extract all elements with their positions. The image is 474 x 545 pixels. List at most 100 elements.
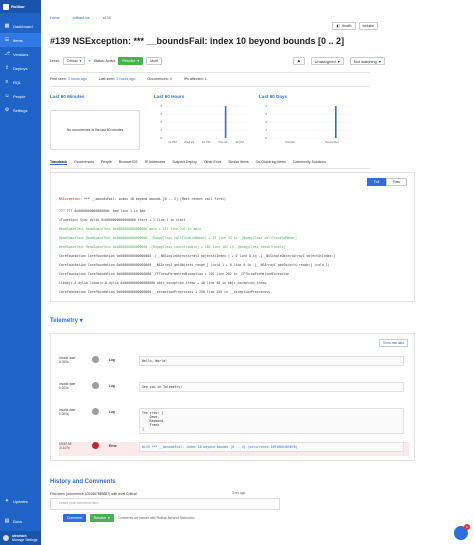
y-tick-label: 2 bbox=[160, 120, 162, 124]
brand-name: Rollbar bbox=[11, 4, 25, 9]
breadcrumb-project[interactable]: brilliant-ios bbox=[73, 16, 90, 20]
view-toggle: Full Raw bbox=[366, 178, 407, 186]
notification-badge: 1 bbox=[464, 524, 470, 530]
chart-title[interactable]: Last 60 Days bbox=[259, 94, 359, 99]
tab-similar-items[interactable]: Similar Items bbox=[228, 160, 248, 165]
comment-resolve-button[interactable]: Resolve ▾ bbox=[89, 514, 114, 522]
environment-button[interactable]: website bbox=[358, 22, 378, 30]
telemetry-level: Log bbox=[109, 410, 115, 414]
tab-co-occurring-items[interactable]: Co-Occurring Items bbox=[256, 160, 286, 165]
comment-actions: Comment Resolve ▾ Comments are parsed wit… bbox=[63, 514, 195, 522]
tab-people[interactable]: People bbox=[101, 160, 112, 165]
health-button[interactable]: ◧ Health bbox=[332, 22, 356, 30]
chart-title[interactable]: Last 60 Hours bbox=[154, 94, 254, 99]
chart-svg: 4 3 2 1 0 12 PM Wed 21 12 PM Thu 22 12 PM bbox=[160, 104, 248, 144]
sidebar-item-label: Docs bbox=[13, 518, 23, 524]
level-select[interactable]: Critical ▾ bbox=[62, 57, 86, 65]
chevron-down-icon: ▾ bbox=[137, 59, 140, 63]
bar[interactable] bbox=[224, 106, 227, 138]
sidebar-item-dashboard[interactable]: ▦ Dashboard bbox=[0, 19, 41, 33]
sidebar-item-label: Items bbox=[13, 37, 23, 43]
sidebar-item-label: Deploys bbox=[13, 65, 28, 71]
sidebar-item-people[interactable]: ☺ People bbox=[0, 89, 41, 103]
breadcrumb-home[interactable]: Home bbox=[50, 16, 60, 20]
sidebar-item-label: Dashboard bbox=[13, 23, 33, 29]
raw-toggle[interactable]: Raw bbox=[386, 178, 407, 186]
x-tick-label: 12 PM bbox=[202, 140, 211, 144]
tab-occurrences[interactable]: Occurrences bbox=[74, 160, 94, 165]
stack-frame[interactable]: HeadSpaceTest HeadSpaceTest 0x0000000000… bbox=[59, 236, 404, 245]
chart-title[interactable]: Last 60 Minutes bbox=[50, 94, 150, 99]
sidebar-item-items[interactable]: ☰ Items bbox=[0, 33, 41, 47]
telemetry-level: Log bbox=[109, 384, 115, 388]
stack-frame[interactable]: CoreFoundation CoreFoundation 0x00000000… bbox=[59, 263, 404, 272]
tab-community-solutions[interactable]: Community Solutions bbox=[293, 160, 326, 165]
sidebar-item-label: RQL bbox=[13, 79, 22, 85]
sidebar-item-rql[interactable]: ≡ RQL bbox=[0, 75, 41, 89]
stack-frame[interactable]: HeadSpaceTest HeadSpaceTest 0x0000000000… bbox=[59, 245, 404, 254]
sidebar: Rollbar ▦ Dashboard ☰ Items ⎇ Versions ⇪ Dep… bbox=[0, 0, 41, 545]
stack-frame[interactable]: CoreFoundation CoreFoundation 0x00000000… bbox=[59, 272, 404, 281]
telemetry-message[interactable]: #139 *** __boundsFail: index 10 beyond b… bbox=[139, 442, 404, 452]
tab-other-envs[interactable]: Other Envs bbox=[204, 160, 222, 165]
x-tick-label: Wed 21 bbox=[184, 140, 195, 144]
sidebar-item-docs[interactable]: ▤ Docs bbox=[0, 514, 41, 528]
comment-input[interactable]: Leave your comment here bbox=[50, 498, 280, 510]
full-toggle[interactable]: Full bbox=[366, 178, 387, 186]
sidebar-item-label: Settings bbox=[13, 107, 28, 113]
sidebar-item-versions[interactable]: ⎇ Versions bbox=[0, 47, 41, 61]
bar[interactable] bbox=[335, 106, 337, 138]
stack-frame[interactable]: HeadSpaceTest HeadSpaceTest 0x0000000000… bbox=[59, 227, 404, 236]
assign-select[interactable]: Unassigned ▾ bbox=[310, 57, 344, 65]
stack-frame[interactable]: iTunesSync Sync dylib 0x0000000000000000… bbox=[59, 218, 404, 227]
tab-suspect-deploy[interactable]: Suspect Deploy bbox=[172, 160, 197, 165]
sidebar-item-updates[interactable]: ✦ Updates bbox=[0, 494, 41, 508]
stack-frame[interactable]: ??? ??? 0x0000000000000000: bad line 1 i… bbox=[59, 209, 404, 218]
user-menu[interactable]: alexmich Manage Settings bbox=[0, 531, 41, 545]
versions-icon: ⎇ bbox=[4, 51, 10, 57]
sidebar-item-deploys[interactable]: ⇪ Deploys bbox=[0, 61, 41, 75]
status-label: Status: Active bbox=[93, 59, 116, 63]
item-meta: First seen: 3 hours ago Last seen: 3 hou… bbox=[50, 77, 207, 81]
flag-button[interactable]: ⚑ bbox=[293, 57, 305, 65]
exception-message: : *** __boundsFail: index 10 beyond boun… bbox=[80, 197, 226, 201]
comment-resolve-label: Resolve bbox=[93, 516, 106, 520]
resolve-label: Resolve bbox=[122, 59, 136, 63]
stack-frame[interactable]: CoreFoundation CoreFoundation 0x00000000… bbox=[59, 254, 404, 263]
last-seen-link[interactable]: 3 hours ago bbox=[116, 77, 135, 81]
stack-frame[interactable]: libobjc.A.dylib libobjc.A.dylib 0x000000… bbox=[59, 281, 404, 290]
resolve-button[interactable]: Resolve ▾ bbox=[118, 57, 144, 65]
people-icon: ☺ bbox=[4, 93, 10, 99]
chart-last-60-days: Last 60 Days 4 3 2 1 0 October November bbox=[259, 94, 359, 150]
watch-select[interactable]: Not watching ▾ bbox=[349, 57, 385, 65]
main-content: Home / brilliant-ios / #139 ◧ Health websit… bbox=[41, 0, 474, 545]
ips-label: IPs affected: bbox=[183, 77, 204, 81]
y-tick-label: 4 bbox=[265, 104, 267, 108]
x-tick-label: November bbox=[325, 140, 339, 144]
first-seen-link[interactable]: 3 hours ago bbox=[68, 77, 87, 81]
tab-traceback[interactable]: Traceback bbox=[50, 160, 68, 165]
y-tick-label: 0 bbox=[160, 136, 162, 140]
telemetry-time: 19:50:35 -0.107s bbox=[59, 442, 72, 450]
health-icon: ◧ bbox=[336, 24, 340, 28]
mute-button[interactable]: Mute bbox=[146, 57, 163, 65]
help-chat-button[interactable]: 1 bbox=[454, 524, 470, 540]
first-seen-label: First seen: bbox=[50, 77, 67, 81]
flag-icon: ⚑ bbox=[297, 58, 301, 64]
show-raw-button[interactable]: Show raw data bbox=[378, 339, 408, 347]
brand[interactable]: Rollbar bbox=[0, 0, 41, 13]
chevron-down-icon[interactable]: ▾ bbox=[80, 318, 83, 324]
telemetry-message: The crew: [ Dave, Raymond, Frank ] bbox=[139, 408, 404, 434]
frame-list: ??? ??? 0x0000000000000000: bad line 1 i… bbox=[59, 209, 404, 299]
stack-frame[interactable]: CoreFoundation CoreFoundation 0x00000000… bbox=[59, 290, 404, 299]
item-controls: Level: Critical ▾ ● Status: Active Resolv… bbox=[50, 57, 163, 65]
tab-ip-addresses[interactable]: IP Addresses bbox=[145, 160, 166, 165]
last-seen: Last seen: 3 hours ago bbox=[99, 77, 136, 81]
y-tick-label: 2 bbox=[265, 120, 267, 124]
tab-browser-os[interactable]: Browser/OS bbox=[119, 160, 138, 165]
docs-icon: ▤ bbox=[4, 518, 10, 524]
sidebar-item-settings[interactable]: ⚙ Settings bbox=[0, 103, 41, 117]
comment-button[interactable]: Comment bbox=[63, 514, 86, 522]
assign-value: Unassigned bbox=[314, 58, 336, 64]
charts-row: Last 60 Minutes No occurrences in the la… bbox=[50, 94, 370, 150]
